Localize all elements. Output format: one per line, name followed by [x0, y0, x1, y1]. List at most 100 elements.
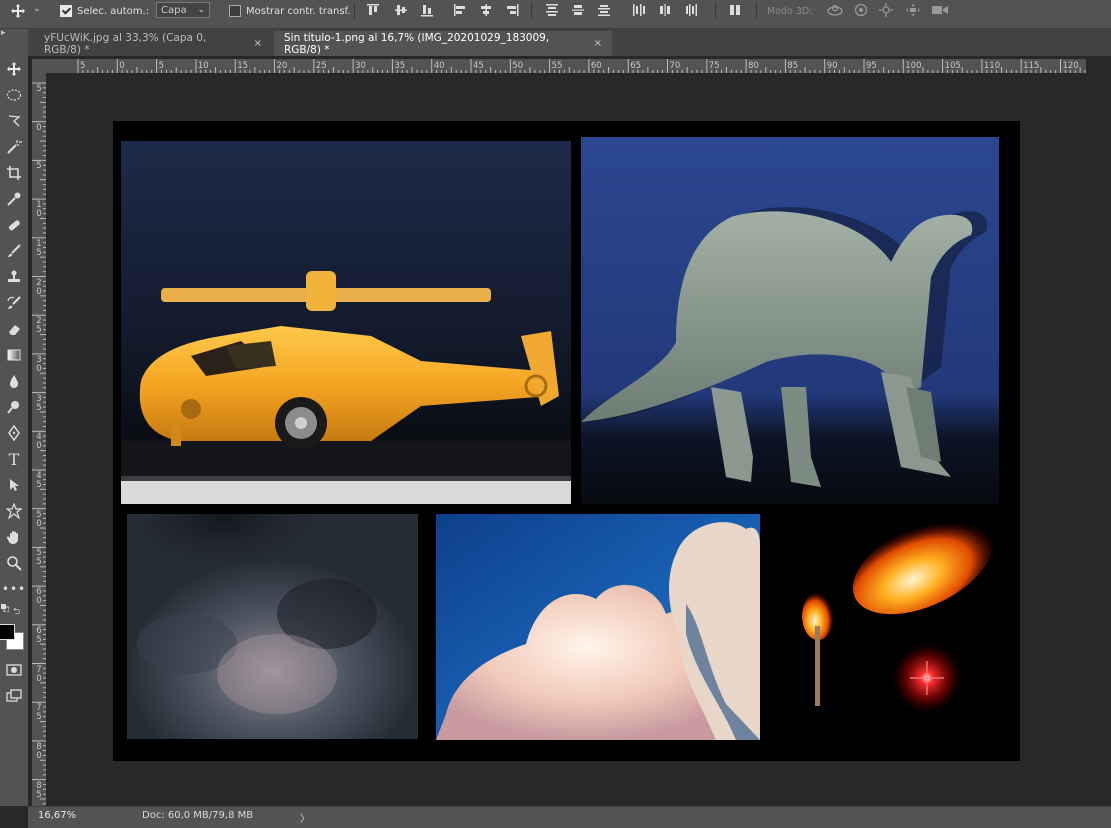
gradient-tool-icon[interactable]: [4, 345, 24, 365]
status-menu-arrow-icon[interactable]: 〉: [300, 810, 310, 825]
healing-brush-tool-icon[interactable]: [4, 215, 24, 235]
ruler-label: 45: [473, 61, 484, 71]
ruler-label: 0: [36, 122, 42, 133]
show-transform-checkbox[interactable]: Mostrar contr. transf.: [229, 0, 351, 22]
ruler-label: 10: [36, 200, 42, 220]
tab-label: Sin título-1.png al 16,7% (IMG_20201029_…: [284, 31, 550, 56]
ruler-label: 5: [36, 84, 42, 94]
auto-select-target-value: Capa: [161, 4, 187, 16]
eraser-tool-icon[interactable]: [4, 319, 24, 339]
3d-mode-label: Modo 3D:: [767, 5, 813, 17]
screen-mode-icon[interactable]: [4, 686, 24, 706]
ruler-label: 60: [590, 61, 602, 71]
type-tool-icon[interactable]: T: [4, 449, 24, 469]
align-bottom-icon[interactable]: [420, 3, 434, 17]
align-horizontal-center-icon[interactable]: [479, 3, 493, 17]
horizontal-ruler[interactable]: 5 0 5 10 15 20 25 30 35 40 45 50 55 60 65 70 75 80 85 90 95 1…: [49, 59, 1086, 73]
lasso-tool-icon[interactable]: [4, 111, 24, 131]
show-transform-label: Mostrar contr. transf.: [246, 5, 351, 17]
3d-camera-icon[interactable]: [931, 3, 949, 17]
align-right-icon[interactable]: [505, 3, 519, 17]
hand-tool-icon[interactable]: [4, 527, 24, 547]
status-bar: 16,67% Doc: 60,0 MB/79,8 MB 〉: [28, 806, 1111, 828]
vertical-scrollbar[interactable]: [1086, 59, 1111, 806]
close-tab-icon[interactable]: ×: [254, 38, 262, 49]
zoom-tool-icon[interactable]: [4, 553, 24, 573]
ruler-label: 70: [36, 664, 42, 684]
pen-tool-icon[interactable]: [4, 423, 24, 443]
sky-clouds-photo: [436, 514, 760, 740]
divider: [354, 3, 355, 19]
ruler-label: 85: [787, 61, 799, 71]
collapse-toolbar-icon[interactable]: ▸: [1, 28, 6, 38]
3d-orbit-icon[interactable]: [826, 3, 844, 17]
custom-shape-tool-icon[interactable]: [4, 501, 24, 521]
default-colors-icon[interactable]: [1, 604, 10, 613]
crop-tool-icon[interactable]: [4, 163, 24, 183]
eyedropper-tool-icon[interactable]: [4, 189, 24, 209]
swap-default-colors: ⮌: [1, 604, 27, 618]
path-selection-tool-icon[interactable]: [4, 475, 24, 495]
canvas-area[interactable]: [49, 73, 1086, 806]
ruler-label: 50: [36, 509, 42, 529]
zoom-level[interactable]: 16,67%: [38, 810, 76, 821]
tools-panel: T ••• ⮌: [0, 56, 28, 806]
auto-align-layers-icon[interactable]: [728, 3, 742, 17]
dodge-tool-icon[interactable]: [4, 397, 24, 417]
swap-colors-icon[interactable]: ⮌: [13, 604, 20, 620]
distribute-left-icon[interactable]: [632, 3, 646, 17]
toolbar-header: ▸: [0, 28, 28, 56]
document-canvas[interactable]: [113, 121, 1020, 761]
quick-mask-icon[interactable]: [4, 660, 24, 680]
ruler-label: 20: [36, 277, 42, 297]
auto-select-checkbox[interactable]: Selec. autom.:: [60, 0, 149, 22]
dark-cloud-photo: [127, 514, 418, 739]
distribute-vertical-center-icon[interactable]: [571, 3, 585, 17]
3d-roll-icon[interactable]: [854, 3, 868, 17]
ruler-label: 75: [708, 61, 720, 71]
ruler-label: 120: [1062, 61, 1079, 71]
ruler-label: 25: [315, 61, 327, 71]
distribute-right-icon[interactable]: [684, 3, 698, 17]
close-tab-icon[interactable]: ×: [594, 38, 602, 49]
auto-select-label: Selec. autom.:: [77, 5, 150, 17]
vertical-ruler[interactable]: 50510152025303540455055606570758085: [32, 73, 46, 806]
ruler-label: 0: [119, 61, 125, 71]
ruler-label: 80: [36, 741, 42, 761]
document-tab-bar: yFUcWiK.jpg al 33,3% (Capa 0, RGB/8) * ×…: [28, 29, 1111, 56]
tab-document-1[interactable]: yFUcWiK.jpg al 33,3% (Capa 0, RGB/8) * ×: [34, 31, 272, 56]
magic-wand-tool-icon[interactable]: [4, 137, 24, 157]
distribute-bottom-icon[interactable]: [597, 3, 611, 17]
ruler-label: 20: [276, 61, 288, 71]
move-tool-icon[interactable]: [4, 59, 24, 79]
clone-stamp-tool-icon[interactable]: [4, 267, 24, 287]
brush-tool-icon[interactable]: [4, 241, 24, 261]
ruler-label: 40: [433, 61, 445, 71]
align-left-icon[interactable]: [453, 3, 467, 17]
align-top-icon[interactable]: [366, 3, 380, 17]
helicopter-toy-photo: [121, 141, 571, 504]
align-vertical-center-icon[interactable]: [394, 3, 408, 17]
move-tool-icon[interactable]: [10, 3, 25, 18]
auto-select-check-icon[interactable]: [60, 5, 72, 17]
tool-preset-chevron-down-icon[interactable]: ⌄: [33, 4, 47, 18]
ruler-label: 100: [905, 61, 922, 71]
ruler-label: 50: [512, 61, 524, 71]
ruler-label: 10: [197, 61, 209, 71]
show-transform-check-icon[interactable]: [229, 5, 241, 17]
ruler-origin[interactable]: [32, 59, 49, 73]
foreground-color-swatch[interactable]: [0, 624, 15, 640]
ruler-label: 30: [36, 354, 42, 374]
tab-document-2[interactable]: Sin título-1.png al 16,7% (IMG_20201029_…: [274, 31, 612, 56]
more-tools-icon[interactable]: •••: [2, 579, 25, 599]
marquee-tool-icon[interactable]: [4, 85, 24, 105]
3d-pan-icon[interactable]: [879, 3, 893, 17]
distribute-top-icon[interactable]: [545, 3, 559, 17]
ruler-label: 40: [36, 432, 42, 452]
ruler-label: 90: [826, 61, 838, 71]
3d-slide-icon[interactable]: [905, 3, 921, 17]
auto-select-target-dropdown[interactable]: Capa ⌄: [156, 2, 210, 18]
distribute-horizontal-center-icon[interactable]: [658, 3, 672, 17]
blur-tool-icon[interactable]: [4, 371, 24, 391]
history-brush-tool-icon[interactable]: [4, 293, 24, 313]
